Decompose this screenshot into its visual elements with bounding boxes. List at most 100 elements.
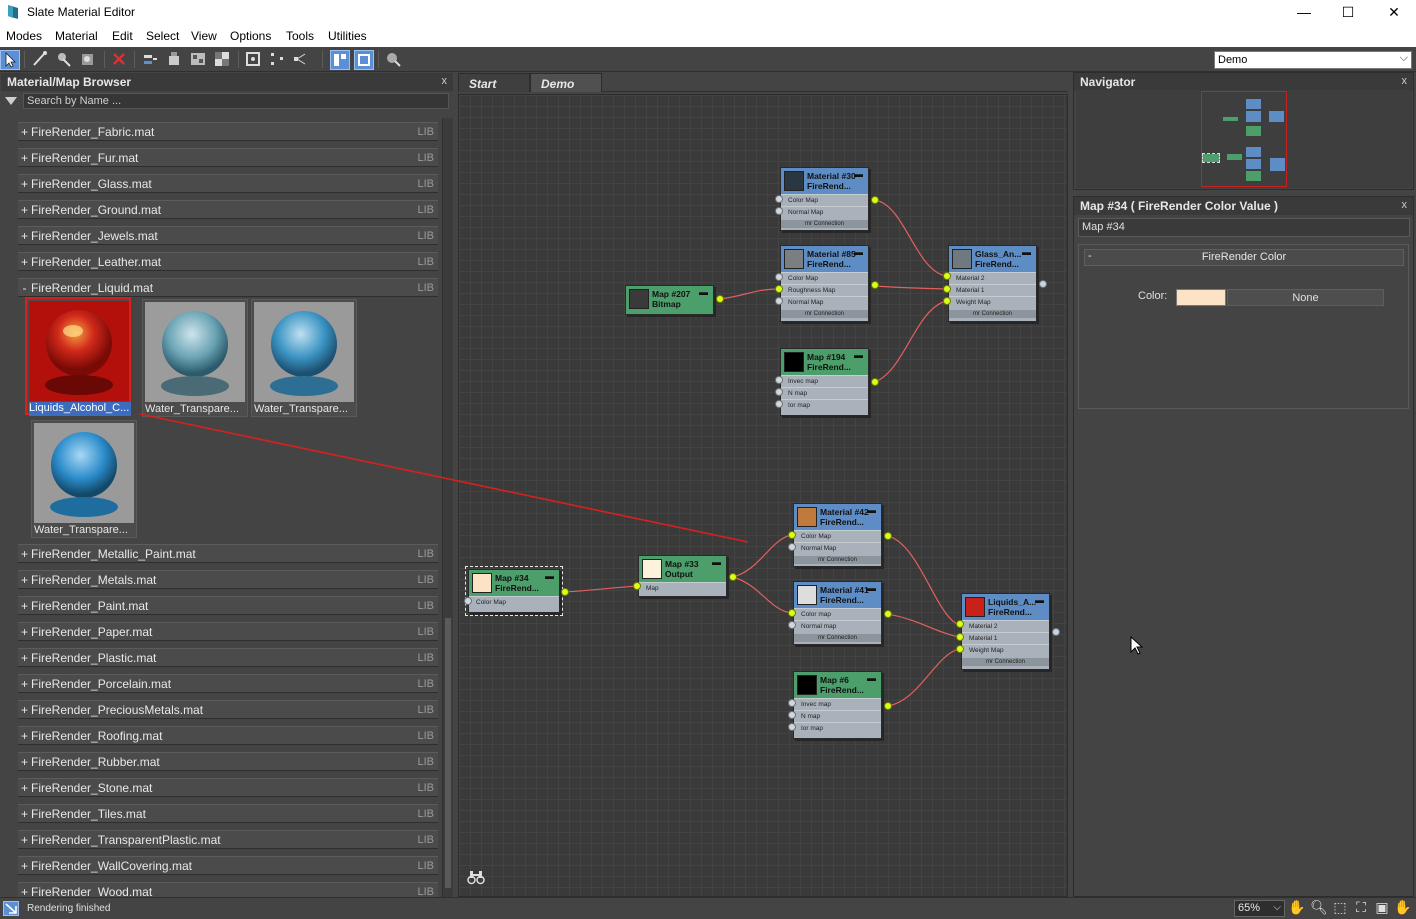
browser-scrollbar[interactable] (442, 118, 453, 898)
collapse-icon[interactable]: - (18, 281, 31, 295)
tab-demo[interactable]: Demo (530, 73, 602, 92)
node-map-34-selected[interactable]: Map #34 FireRend... ▬ Color Map (465, 566, 563, 616)
material-browser-toggle-icon[interactable] (330, 50, 350, 70)
expand-icon[interactable]: + (18, 125, 31, 139)
layout-children-icon[interactable] (292, 50, 312, 70)
move-children-icon[interactable] (141, 50, 161, 70)
library-item[interactable]: + FireRender_Metallic_Paint.mat LIB (18, 544, 438, 563)
expand-icon[interactable]: + (18, 229, 31, 243)
expand-icon[interactable]: + (18, 255, 31, 269)
select-tool-icon[interactable] (0, 50, 20, 70)
menu-tools[interactable]: Tools (286, 29, 314, 43)
node-map-207[interactable]: Map #207 Bitmap ▬ (625, 285, 714, 315)
color-map-button[interactable]: None (1227, 289, 1384, 306)
minimize-node-icon[interactable]: ▬ (1022, 247, 1031, 257)
view-selector-dropdown[interactable]: Demo ⌵ (1214, 51, 1412, 69)
zoom-extents-selected-icon[interactable]: ▣ (1373, 899, 1391, 917)
navigator-close-icon[interactable]: x (1402, 75, 1408, 87)
library-item[interactable]: + FireRender_WallCovering.mat LIB (18, 856, 438, 875)
close-button[interactable]: ✕ (1371, 0, 1416, 25)
expand-icon[interactable]: + (18, 807, 31, 821)
menu-view[interactable]: View (191, 29, 217, 43)
scrollbar-thumb[interactable] (445, 618, 451, 888)
params-close-icon[interactable]: x (1402, 199, 1408, 211)
show-map-in-viewport-icon[interactable] (189, 50, 209, 70)
node-map-194[interactable]: Map #194 FireRend... ▬ Invec map N map Io… (780, 348, 869, 416)
expand-icon[interactable]: + (18, 859, 31, 873)
library-item[interactable]: + FireRender_Ground.mat LIB (18, 200, 438, 219)
library-item[interactable]: + FireRender_Leather.mat LIB (18, 252, 438, 271)
zoom-region-icon[interactable]: ⬚ (1331, 899, 1349, 917)
minimize-node-icon[interactable]: ▬ (712, 557, 721, 567)
menu-options[interactable]: Options (230, 29, 271, 43)
node-liquids-blend[interactable]: Liquids_A... FireRend... ▬ Material 2 Mat… (961, 593, 1050, 670)
expand-icon[interactable]: + (18, 781, 31, 795)
expand-icon[interactable]: + (18, 703, 31, 717)
menu-edit[interactable]: Edit (112, 29, 133, 43)
rollout-header[interactable]: - FireRender Color (1084, 249, 1404, 266)
navigator-viewport-frame[interactable] (1201, 91, 1287, 187)
menu-material[interactable]: Material (55, 29, 98, 43)
library-item[interactable]: + FireRender_Fur.mat LIB (18, 148, 438, 167)
minimize-node-icon[interactable]: ▬ (545, 571, 554, 581)
expand-icon[interactable]: + (18, 677, 31, 691)
library-item[interactable]: + FireRender_Metals.mat LIB (18, 570, 438, 589)
library-item[interactable]: + FireRender_PreciousMetals.mat LIB (18, 700, 438, 719)
minimize-button[interactable]: — (1281, 0, 1327, 25)
rollout-collapse-icon[interactable]: - (1088, 250, 1092, 262)
pan-hand-icon[interactable]: ✋ (1288, 899, 1306, 917)
expand-icon[interactable]: + (18, 151, 31, 165)
tab-start[interactable]: Start (458, 73, 530, 92)
node-glass-blend[interactable]: Glass_An... FireRend... ▬ Material 2 Mate… (948, 245, 1037, 322)
expand-icon[interactable]: + (18, 833, 31, 847)
minimize-node-icon[interactable]: ▬ (854, 350, 863, 360)
expand-icon[interactable]: + (18, 651, 31, 665)
assign-material-icon[interactable] (79, 50, 99, 70)
library-item[interactable]: + FireRender_Rubber.mat LIB (18, 752, 438, 771)
minimize-node-icon[interactable]: ▬ (854, 169, 863, 179)
parameter-editor-toggle-icon[interactable] (354, 50, 374, 70)
pan-to-selected-icon[interactable]: ✋ (1394, 899, 1412, 917)
minimize-node-icon[interactable]: ▬ (854, 247, 863, 257)
expand-icon[interactable]: + (18, 755, 31, 769)
minimize-node-icon[interactable]: ▬ (1035, 595, 1044, 605)
library-item[interactable]: + FireRender_Fabric.mat LIB (18, 122, 438, 141)
minimize-node-icon[interactable]: ▬ (867, 673, 876, 683)
node-graph-canvas[interactable] (458, 94, 1068, 897)
zoom-dropdown[interactable]: 65% ⌵ (1234, 900, 1285, 917)
library-item[interactable]: + FireRender_Paper.mat LIB (18, 622, 438, 641)
browser-close-icon[interactable]: x (442, 75, 448, 87)
thumbnail-liquids-alcohol[interactable]: Liquids_Alcohol_C... (25, 297, 131, 416)
expand-icon[interactable]: + (18, 573, 31, 587)
menu-utilities[interactable]: Utilities (328, 29, 367, 43)
node-material-41[interactable]: Material #41 FireRend... ▬ Color map Norm… (793, 581, 882, 645)
minimize-node-icon[interactable]: ▬ (867, 583, 876, 593)
browser-search-input[interactable]: Search by Name ... (23, 93, 449, 109)
filter-dropdown-icon[interactable] (5, 97, 17, 105)
menu-modes[interactable]: Modes (6, 29, 42, 43)
expand-icon[interactable]: + (18, 729, 31, 743)
show-end-result-icon[interactable] (244, 50, 264, 70)
thumbnail-water-1[interactable]: Water_Transpare... (142, 299, 248, 417)
library-item[interactable]: + FireRender_Plastic.mat LIB (18, 648, 438, 667)
color-swatch-picker[interactable] (1176, 289, 1226, 306)
library-item-expanded[interactable]: - FireRender_Liquid.mat LIB (18, 278, 438, 297)
select-by-material-icon[interactable] (384, 50, 404, 70)
minimize-node-icon[interactable]: ▬ (867, 505, 876, 515)
expand-icon[interactable]: + (18, 547, 31, 561)
node-material-30[interactable]: Material #30 FireRend... ▬ Color Map Norm… (780, 167, 869, 231)
thumbnail-water-3[interactable]: Water_Transpare... (31, 420, 137, 538)
menu-select[interactable]: Select (146, 29, 179, 43)
binoculars-icon[interactable] (467, 869, 485, 889)
library-item[interactable]: + FireRender_Stone.mat LIB (18, 778, 438, 797)
node-map-6[interactable]: Map #6 FireRend... ▬ Invec map N map Ior … (793, 671, 882, 739)
library-item[interactable]: + FireRender_Jewels.mat LIB (18, 226, 438, 245)
library-item[interactable]: + FireRender_Porcelain.mat LIB (18, 674, 438, 693)
minimize-node-icon[interactable]: ▬ (699, 287, 708, 297)
library-item[interactable]: + FireRender_Roofing.mat LIB (18, 726, 438, 745)
node-material-85[interactable]: Material #85 FireRend... ▬ Color Map Roug… (780, 245, 869, 322)
layout-all-icon[interactable] (268, 50, 288, 70)
node-material-42[interactable]: Material #42 FireRend... ▬ Color Map Norm… (793, 503, 882, 567)
hide-unused-slots-icon[interactable] (165, 50, 185, 70)
map-name-field[interactable]: Map #34 (1078, 218, 1410, 237)
